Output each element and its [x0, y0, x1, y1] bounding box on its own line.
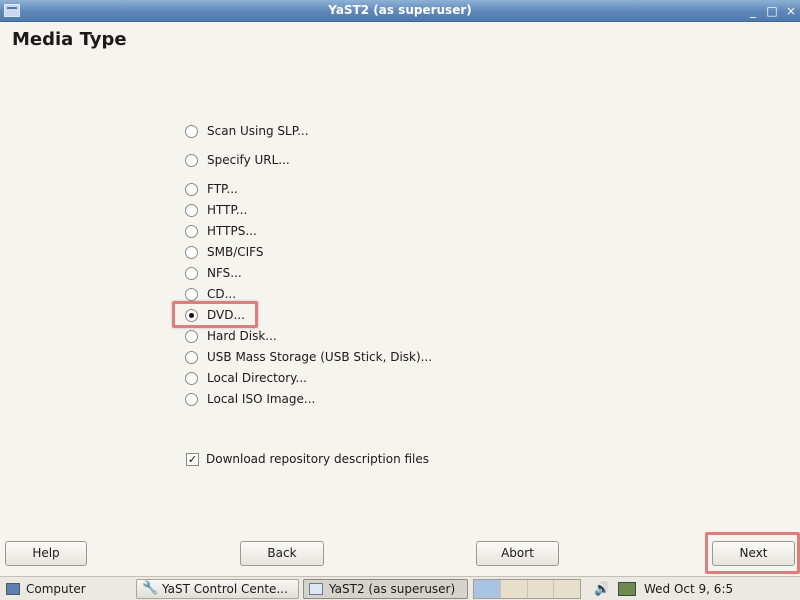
- option-label: HTTP...: [207, 203, 248, 217]
- page-title: Media Type: [12, 29, 127, 50]
- task-label: YaST Control Cente...: [162, 582, 288, 596]
- radio-usb-mass-storage[interactable]: USB Mass Storage (USB Stick, Disk)...: [185, 347, 432, 367]
- radio-smb-cifs[interactable]: SMB/CIFS: [185, 242, 263, 262]
- workspace-2[interactable]: [501, 580, 528, 598]
- task-yast-control-center[interactable]: 🔧 YaST Control Cente...: [136, 579, 299, 599]
- option-label: NFS...: [207, 266, 242, 280]
- workspace-1[interactable]: [474, 580, 501, 598]
- radio-button-icon[interactable]: [185, 266, 198, 280]
- back-button[interactable]: Back: [240, 541, 324, 566]
- option-label: Local ISO Image...: [207, 392, 316, 406]
- help-button[interactable]: Help: [5, 541, 87, 566]
- radio-nfs[interactable]: NFS...: [185, 263, 242, 283]
- radio-button-icon[interactable]: [185, 182, 198, 196]
- computer-icon: [6, 583, 20, 595]
- close-icon[interactable]: ×: [783, 3, 799, 19]
- option-label: Specify URL...: [207, 153, 290, 167]
- workspace-4[interactable]: [554, 580, 580, 598]
- radio-http[interactable]: HTTP...: [185, 200, 247, 220]
- wrench-icon: 🔧: [142, 581, 159, 596]
- radio-local-directory[interactable]: Local Directory...: [185, 368, 307, 388]
- option-label: FTP...: [207, 182, 238, 196]
- window-title: YaST2 (as superuser): [328, 3, 472, 17]
- checkmark-icon[interactable]: ✓: [186, 452, 199, 466]
- radio-button-icon[interactable]: [185, 124, 198, 138]
- taskbar: Computer 🔧 YaST Control Cente... YaST2 (…: [0, 576, 800, 600]
- radio-specify-url[interactable]: Specify URL...: [185, 150, 290, 170]
- option-label: SMB/CIFS: [207, 245, 264, 259]
- radio-local-iso-image[interactable]: Local ISO Image...: [185, 389, 315, 409]
- option-label: Hard Disk...: [207, 329, 277, 343]
- volume-icon[interactable]: 🔊: [594, 579, 608, 599]
- download-repo-description-checkbox[interactable]: ✓ Download repository description files: [186, 450, 429, 468]
- radio-button-icon[interactable]: [185, 203, 198, 217]
- workspace-switcher[interactable]: [473, 579, 581, 599]
- computer-label: Computer: [26, 582, 86, 596]
- dvd-highlight-box: [172, 301, 258, 328]
- option-label: CD...: [207, 287, 237, 301]
- radio-https[interactable]: HTTPS...: [185, 221, 257, 241]
- network-monitor-icon[interactable]: [618, 579, 638, 599]
- option-label: Scan Using SLP...: [207, 124, 309, 138]
- option-label: USB Mass Storage (USB Stick, Disk)...: [207, 350, 433, 364]
- radio-button-icon[interactable]: [185, 153, 198, 167]
- window-titlebar: YaST2 (as superuser) _ □ ×: [0, 0, 800, 22]
- option-label: HTTPS...: [207, 224, 257, 238]
- radio-ftp[interactable]: FTP...: [185, 179, 238, 199]
- radio-scan-slp[interactable]: Scan Using SLP...: [185, 121, 309, 141]
- next-highlight-box: [705, 532, 800, 574]
- radio-button-icon[interactable]: [185, 350, 198, 364]
- task-yast2-superuser[interactable]: YaST2 (as superuser): [303, 579, 468, 599]
- radio-button-icon[interactable]: [185, 287, 198, 301]
- option-label: Local Directory...: [207, 371, 307, 385]
- computer-menu[interactable]: Computer: [6, 579, 126, 599]
- radio-button-icon[interactable]: [185, 371, 198, 385]
- maximize-icon[interactable]: □: [764, 3, 780, 19]
- radio-button-icon[interactable]: [185, 392, 198, 406]
- minimize-icon[interactable]: _: [745, 3, 761, 19]
- window-icon: [309, 583, 323, 595]
- abort-button[interactable]: Abort: [476, 541, 559, 566]
- clock[interactable]: Wed Oct 9, 6:5: [644, 579, 774, 599]
- task-label: YaST2 (as superuser): [329, 582, 456, 596]
- radio-button-icon[interactable]: [185, 245, 198, 259]
- workspace-3[interactable]: [528, 580, 555, 598]
- radio-hard-disk[interactable]: Hard Disk...: [185, 326, 277, 346]
- checkbox-label: Download repository description files: [206, 452, 430, 466]
- radio-button-icon[interactable]: [185, 224, 198, 238]
- radio-button-icon[interactable]: [185, 329, 198, 343]
